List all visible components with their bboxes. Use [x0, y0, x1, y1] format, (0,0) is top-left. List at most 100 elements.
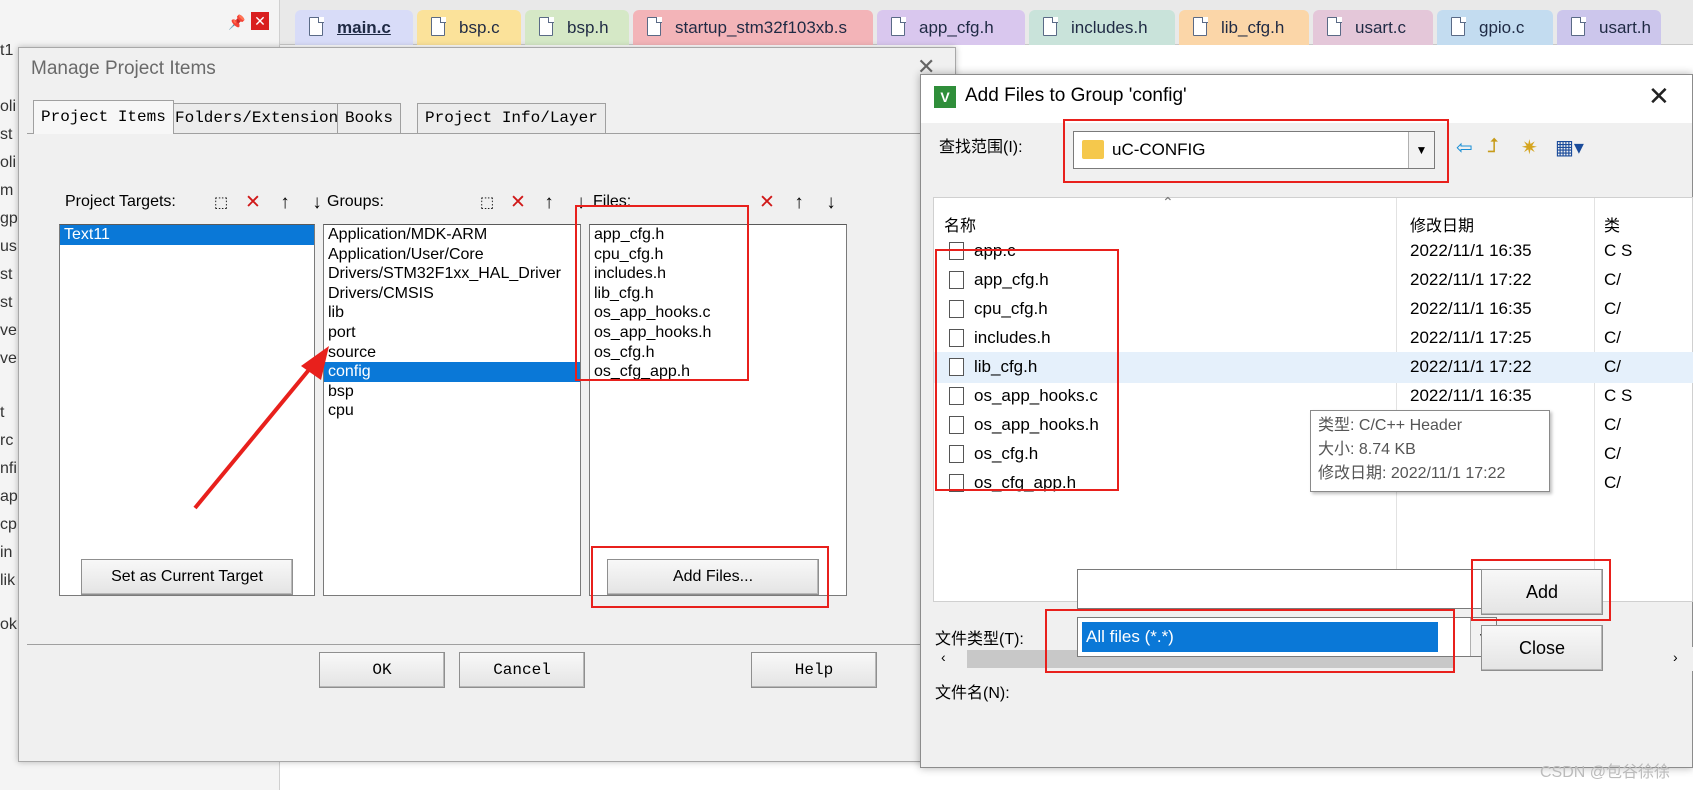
editor-tab-label: main.c [337, 17, 391, 37]
editor-tab[interactable]: bsp.h [525, 10, 629, 45]
editor-tab[interactable]: bsp.c [417, 10, 521, 45]
file-type: C/ [1604, 444, 1621, 463]
sidebar-text-fragment: cp [0, 516, 17, 533]
file-type: C/ [1604, 473, 1621, 492]
editor-tab-label: lib_cfg.h [1221, 17, 1285, 37]
file-icon [1327, 16, 1342, 36]
close-button[interactable]: Close [1481, 625, 1603, 671]
editor-tab-strip: main.c bsp.c bsp.h startup_stm32f103xb.s app… [280, 0, 1693, 45]
editor-tab[interactable]: app_cfg.h [877, 10, 1025, 45]
column-header-name[interactable]: 名称 [944, 212, 976, 236]
file-type: C S [1604, 386, 1633, 405]
scroll-left-icon[interactable]: ‹ [941, 649, 946, 665]
delete-icon[interactable]: ✕ [753, 190, 781, 216]
sidebar-text-fragment: st [0, 266, 13, 283]
editor-tab[interactable]: startup_stm32f103xb.s [633, 10, 873, 45]
list-item[interactable]: Application/User/Core [324, 245, 580, 265]
file-icon [891, 16, 906, 36]
delete-icon[interactable]: ✕ [239, 190, 267, 216]
filename-label: 文件名(N): [935, 685, 1010, 702]
editor-tab-label: includes.h [1071, 17, 1148, 37]
file-type: C/ [1604, 328, 1621, 347]
cancel-button[interactable]: Cancel [459, 652, 585, 688]
column-header-date[interactable]: 修改日期 [1410, 212, 1474, 236]
editor-tab[interactable]: usart.c [1313, 10, 1433, 45]
tab-project-info-layer[interactable]: Project Info/Layer [417, 103, 606, 133]
sidebar-text-fragment: m [0, 182, 14, 199]
sidebar-text-fragment: us [0, 238, 17, 255]
file-type: C/ [1604, 270, 1621, 289]
set-current-target-button[interactable]: Set as Current Target [81, 559, 293, 595]
filetype-label: 文件类型(T): [935, 631, 1024, 648]
editor-tab[interactable]: includes.h [1029, 10, 1175, 45]
list-item[interactable]: port [324, 323, 580, 343]
move-down-icon[interactable]: ↓ [817, 190, 845, 216]
file-date: 2022/11/1 16:35 [1410, 241, 1532, 260]
editor-tab-label: bsp.c [459, 17, 500, 37]
help-button[interactable]: Help [751, 652, 877, 688]
move-up-icon[interactable]: ↑ [785, 190, 813, 216]
column-header-type[interactable]: 类 [1604, 212, 1620, 236]
file-icon [1193, 16, 1208, 36]
editor-tab-label: usart.c [1355, 17, 1407, 37]
annotation-box [575, 205, 749, 381]
delete-icon[interactable]: ✕ [504, 190, 532, 216]
list-item[interactable]: Text11 [60, 225, 314, 245]
list-item[interactable]: Drivers/CMSIS [324, 284, 580, 304]
sidebar-text-fragment: in [0, 544, 13, 561]
file-date: 2022/11/1 16:35 [1410, 299, 1532, 318]
list-item[interactable]: bsp [324, 382, 580, 402]
groups-list[interactable]: Application/MDK-ARM Application/User/Core… [323, 224, 581, 596]
scroll-right-icon[interactable]: › [1673, 649, 1678, 665]
sidebar-text-fragment: st [0, 126, 13, 143]
filename-input[interactable] [1077, 569, 1497, 609]
up-folder-icon[interactable]: ⮥ [1487, 135, 1499, 158]
list-item[interactable]: lib [324, 303, 580, 323]
move-up-icon[interactable]: ↑ [271, 190, 299, 216]
sidebar-text-fragment: gp [0, 210, 18, 227]
list-item[interactable]: cpu [324, 401, 580, 421]
manage-project-items-dialog: Manage Project Items ✕ Project Items Fol… [18, 47, 956, 762]
close-icon[interactable]: ✕ [1648, 81, 1670, 112]
sidebar-text-fragment: t1 [0, 42, 14, 59]
tab-folders-extensions[interactable]: Folders/Extensions [167, 103, 356, 133]
editor-tab-label: startup_stm32f103xb.s [675, 17, 847, 37]
editor-tab[interactable]: lib_cfg.h [1179, 10, 1309, 45]
editor-tab[interactable]: usart.h [1557, 10, 1661, 45]
ok-button[interactable]: OK [319, 652, 445, 688]
pin-icon[interactable]: 📌 [228, 14, 245, 31]
annotation-box [1471, 559, 1611, 621]
sidebar-text-fragment: ap [0, 488, 18, 505]
file-date: 2022/11/1 16:35 [1410, 386, 1532, 405]
view-menu-icon[interactable]: ▦▾ [1555, 135, 1584, 160]
sort-up-icon: ⌃ [1162, 194, 1174, 210]
editor-tab[interactable]: gpio.c [1437, 10, 1553, 45]
list-item[interactable]: config [324, 362, 580, 382]
file-icon [431, 16, 446, 36]
sidebar-text-fragment: t [0, 404, 5, 421]
tab-books[interactable]: Books [337, 103, 402, 133]
new-folder-icon[interactable]: ✷ [1521, 135, 1538, 160]
move-up-icon[interactable]: ↑ [535, 190, 563, 216]
file-icon [1043, 16, 1058, 36]
close-icon[interactable]: ✕ [251, 12, 269, 30]
list-item[interactable]: source [324, 343, 580, 363]
file-type: C S [1604, 241, 1633, 260]
targets-label: Project Targets: [65, 193, 176, 210]
new-icon[interactable]: ⬚ [473, 190, 501, 216]
tab-project-items[interactable]: Project Items [33, 100, 174, 134]
file-type: C/ [1604, 357, 1621, 376]
file-icon [539, 16, 554, 36]
new-icon[interactable]: ⬚ [207, 190, 235, 216]
sidebar-text-fragment: lik [0, 572, 16, 589]
editor-tab-label: gpio.c [1479, 17, 1525, 37]
annotation-box [1045, 609, 1455, 673]
list-item[interactable]: Application/MDK-ARM [324, 225, 580, 245]
list-item[interactable]: Drivers/STM32F1xx_HAL_Driver [324, 264, 580, 284]
file-icon [309, 16, 324, 36]
back-icon[interactable]: ⇦ [1456, 135, 1473, 160]
keil-app-icon: V [934, 86, 956, 108]
file-tooltip: 类型: C/C++ Header 大小: 8.74 KB 修改日期: 2022/… [1310, 410, 1550, 492]
editor-tab[interactable]: main.c [295, 10, 413, 45]
dialog-title: Manage Project Items [31, 58, 216, 79]
